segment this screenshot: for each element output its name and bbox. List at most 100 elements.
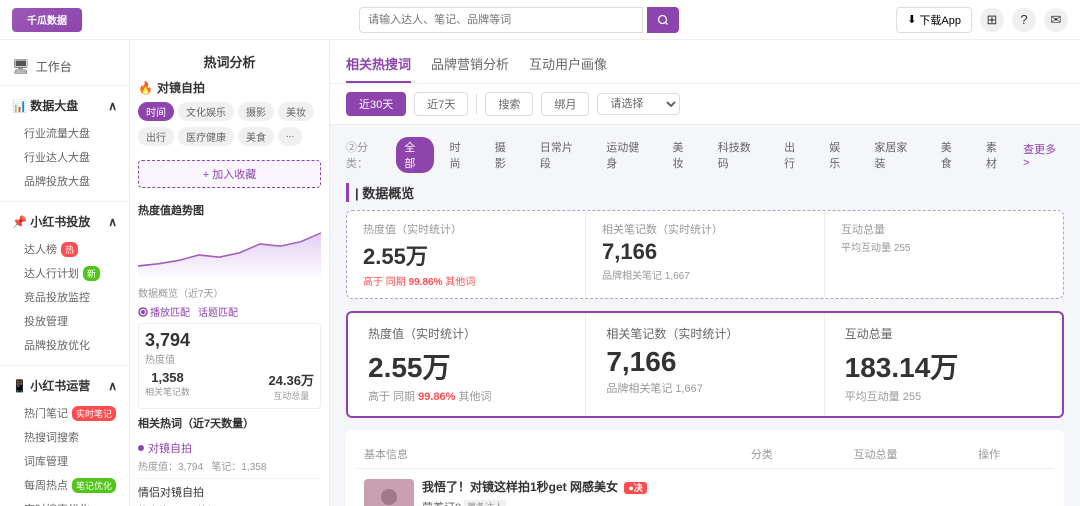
header: 千瓜数据 ⬇ 下载App ⊞ ? ✉ xyxy=(0,0,1080,40)
cat-item-tech[interactable]: 科技数码 xyxy=(710,137,768,173)
bs-title-notes: 相关笔记数（实时统计） xyxy=(606,325,803,342)
th-interact: 互动总量 xyxy=(819,446,933,462)
heat-value: 3,794 xyxy=(145,330,314,351)
data-card-notes: 相关笔记数（实时统计） 7,166 品牌相关笔记 1,667 xyxy=(586,211,825,298)
tag-food[interactable]: 美食 xyxy=(238,127,274,146)
tr-info: 我悟了！对镜这样拍1秒get 网感美女 ●决 营养订0 薯条达人 发布时间：20… xyxy=(364,479,705,506)
bs-title-heat: 热度值（实时统计） xyxy=(368,325,565,342)
hot-list-item[interactable]: 情侣对镜自拍 热度值：32 笔记：5 xyxy=(138,479,321,506)
cat-item-food[interactable]: 美食 xyxy=(933,137,970,173)
interact-total-val: 24.36万 xyxy=(268,370,314,389)
tab-play-match[interactable]: 播放匹配 xyxy=(138,304,190,319)
filter-7days[interactable]: 近7天 xyxy=(414,92,468,116)
cat-item-travel[interactable]: 出行 xyxy=(776,137,813,173)
dc-sub-heat: 高于 同期 99.86% 其他词 xyxy=(363,273,569,288)
sidebar-group-launch: 📌 小红书投放 ∧ 达人榜 热 达人行计划 新 竞品投放监控 投放管理 品牌投放… xyxy=(0,204,129,366)
tab-topic-match[interactable]: 话题匹配 xyxy=(198,304,238,319)
dc-value-notes: 7,166 xyxy=(602,239,808,265)
sidebar-item-launch-manage[interactable]: 投放管理 xyxy=(0,309,129,333)
cat-more-link[interactable]: 查更多 > xyxy=(1023,141,1064,169)
email-icon[interactable]: ✉ xyxy=(1044,8,1068,32)
sidebar-sub-launch: 达人榜 热 达人行计划 新 竞品投放监控 投放管理 品牌投放优化 xyxy=(0,235,129,361)
data-section-title: | 数据概览 xyxy=(346,183,1064,202)
collapse-icon-3: ∧ xyxy=(108,379,117,393)
bs-value-notes: 7,166 xyxy=(606,346,803,378)
sidebar-item-kol-plan[interactable]: 达人行计划 新 xyxy=(0,261,129,285)
related-notes-label: 相关笔记数 xyxy=(145,385,190,398)
filter-row: 近30天 近7天 搜索 绑月 请选择 xyxy=(330,84,1080,125)
sidebar-item-workspace[interactable]: 🖥 工作台 xyxy=(0,52,129,81)
bs-value-interact: 183.14万 xyxy=(845,346,1042,386)
cat-item-sports[interactable]: 运动健身 xyxy=(598,137,656,173)
trend-title: 热度值趋势图 xyxy=(138,202,321,218)
tag-time[interactable]: 时间 xyxy=(138,102,174,121)
sidebar-item-competitor-monitor[interactable]: 竞品投放监控 xyxy=(0,285,129,309)
tag-more[interactable]: ... xyxy=(278,127,302,146)
search-input[interactable] xyxy=(359,7,643,33)
tab-user-portrait[interactable]: 互动用户画像 xyxy=(529,48,607,83)
logo-image: 千瓜数据 xyxy=(12,8,82,32)
big-stat-notes: 相关笔记数（实时统计） 7,166 品牌相关笔记 1,667 xyxy=(586,313,824,416)
sidebar-item-kol-rank[interactable]: 达人榜 热 xyxy=(0,237,129,261)
filter-divider xyxy=(476,94,477,114)
mid-panel-title: 热词分析 xyxy=(138,48,321,79)
interact-total-stat: 24.36万 互动总量 xyxy=(268,370,314,402)
tag-photo[interactable]: 摄影 xyxy=(238,102,274,121)
tag-culture[interactable]: 文化娱乐 xyxy=(178,102,234,121)
search-button[interactable] xyxy=(647,7,679,33)
filter-select[interactable]: 请选择 xyxy=(597,93,680,115)
tags-row-2: 出行 医疗健康 美食 ... xyxy=(138,127,321,146)
download-icon: ⬇ xyxy=(907,13,916,26)
author-badge: 薯条达人 xyxy=(464,500,506,506)
heat-pct: 99.86% xyxy=(418,391,455,403)
sidebar-group-launch-title[interactable]: 📌 小红书投放 ∧ xyxy=(0,208,129,235)
tag-travel[interactable]: 出行 xyxy=(138,127,174,146)
tab-brand-marketing[interactable]: 品牌营销分析 xyxy=(431,48,509,83)
cat-item-material[interactable]: 素材 xyxy=(978,137,1015,173)
data-overview-label: 数据概览（近7天） xyxy=(138,285,224,300)
related-notes-val: 1,358 xyxy=(145,370,190,385)
sidebar-item-realtime-optimize[interactable]: 实时搜索优化 xyxy=(0,497,129,506)
sidebar-group-ops-title[interactable]: 📱 小红书运营 ∧ xyxy=(0,372,129,399)
cat-item-home[interactable]: 家居家装 xyxy=(866,137,924,173)
add-to-favorites-button[interactable]: + 加入收藏 xyxy=(138,160,321,188)
tab-related-search[interactable]: 相关热搜词 xyxy=(346,48,411,83)
sidebar-item-weekly-hot[interactable]: 每周热点 笔记优化 xyxy=(0,473,129,497)
sidebar-item-industry-kol[interactable]: 行业达人大盘 xyxy=(0,145,129,169)
sidebar-item-word-lib[interactable]: 词库管理 xyxy=(0,449,129,473)
right-header: 相关热搜词 品牌营销分析 互动用户画像 xyxy=(330,40,1080,84)
cat-item-all[interactable]: 全部 xyxy=(396,137,433,173)
cat-item-fashion[interactable]: 时尚 xyxy=(442,137,479,173)
note-optimize-badge: 笔记优化 xyxy=(72,478,116,493)
cat-item-entertainment[interactable]: 娱乐 xyxy=(821,137,858,173)
stat-row: 1,358 相关笔记数 24.36万 互动总量 xyxy=(145,370,314,402)
sidebar-group-data-title[interactable]: 📊 数据大盘 ∧ xyxy=(0,92,129,119)
tag-makeup[interactable]: 美妆 xyxy=(278,102,314,121)
right-panel: 相关热搜词 品牌营销分析 互动用户画像 近30天 近7天 搜索 绑月 请选择 ②… xyxy=(330,40,1080,506)
download-app-button[interactable]: ⬇ 下载App xyxy=(896,7,972,33)
filter-search[interactable]: 搜索 xyxy=(485,92,533,116)
data-overview-box: 3,794 热度值 1,358 相关笔记数 24.36万 互动总量 xyxy=(138,323,321,409)
cat-item-photo[interactable]: 摄影 xyxy=(487,137,524,173)
hot-list-item[interactable]: 对镜自拍 热度值：3,794 笔记：1,358 xyxy=(138,435,321,479)
help-icon[interactable]: ? xyxy=(1012,8,1036,32)
filter-30days[interactable]: 近30天 xyxy=(346,92,406,116)
launch-label: 📌 小红书投放 xyxy=(12,213,90,230)
tag-health[interactable]: 医疗健康 xyxy=(178,127,234,146)
tr-title: 我悟了！对镜这样拍1秒get 网感美女 ●决 xyxy=(422,479,705,496)
interact-total-label: 互动总量 xyxy=(268,389,314,402)
data-pool-label: 📊 数据大盘 xyxy=(12,97,78,114)
table-row: 我悟了！对镜这样拍1秒get 网感美女 ●决 营养订0 薯条达人 发布时间：20… xyxy=(356,469,1054,506)
logo-text: 千瓜数据 xyxy=(27,12,67,27)
cat-item-daily[interactable]: 日常片段 xyxy=(532,137,590,173)
grid-icon[interactable]: ⊞ xyxy=(980,8,1004,32)
new-badge: 新 xyxy=(83,266,100,281)
filter-monthly[interactable]: 绑月 xyxy=(541,92,589,116)
sidebar-item-brand-optimize[interactable]: 品牌投放优化 xyxy=(0,333,129,357)
sidebar-item-industry-flow[interactable]: 行业流量大盘 xyxy=(0,121,129,145)
sidebar-item-hot-notes[interactable]: 热门笔记 实时笔记 xyxy=(0,401,129,425)
table-section: 基本信息 分类 互动总量 操作 xyxy=(346,430,1064,506)
cat-item-makeup[interactable]: 美妆 xyxy=(665,137,702,173)
sidebar-item-hot-search[interactable]: 热搜词搜索 xyxy=(0,425,129,449)
sidebar-item-brand-launch[interactable]: 品牌投放大盘 xyxy=(0,169,129,193)
